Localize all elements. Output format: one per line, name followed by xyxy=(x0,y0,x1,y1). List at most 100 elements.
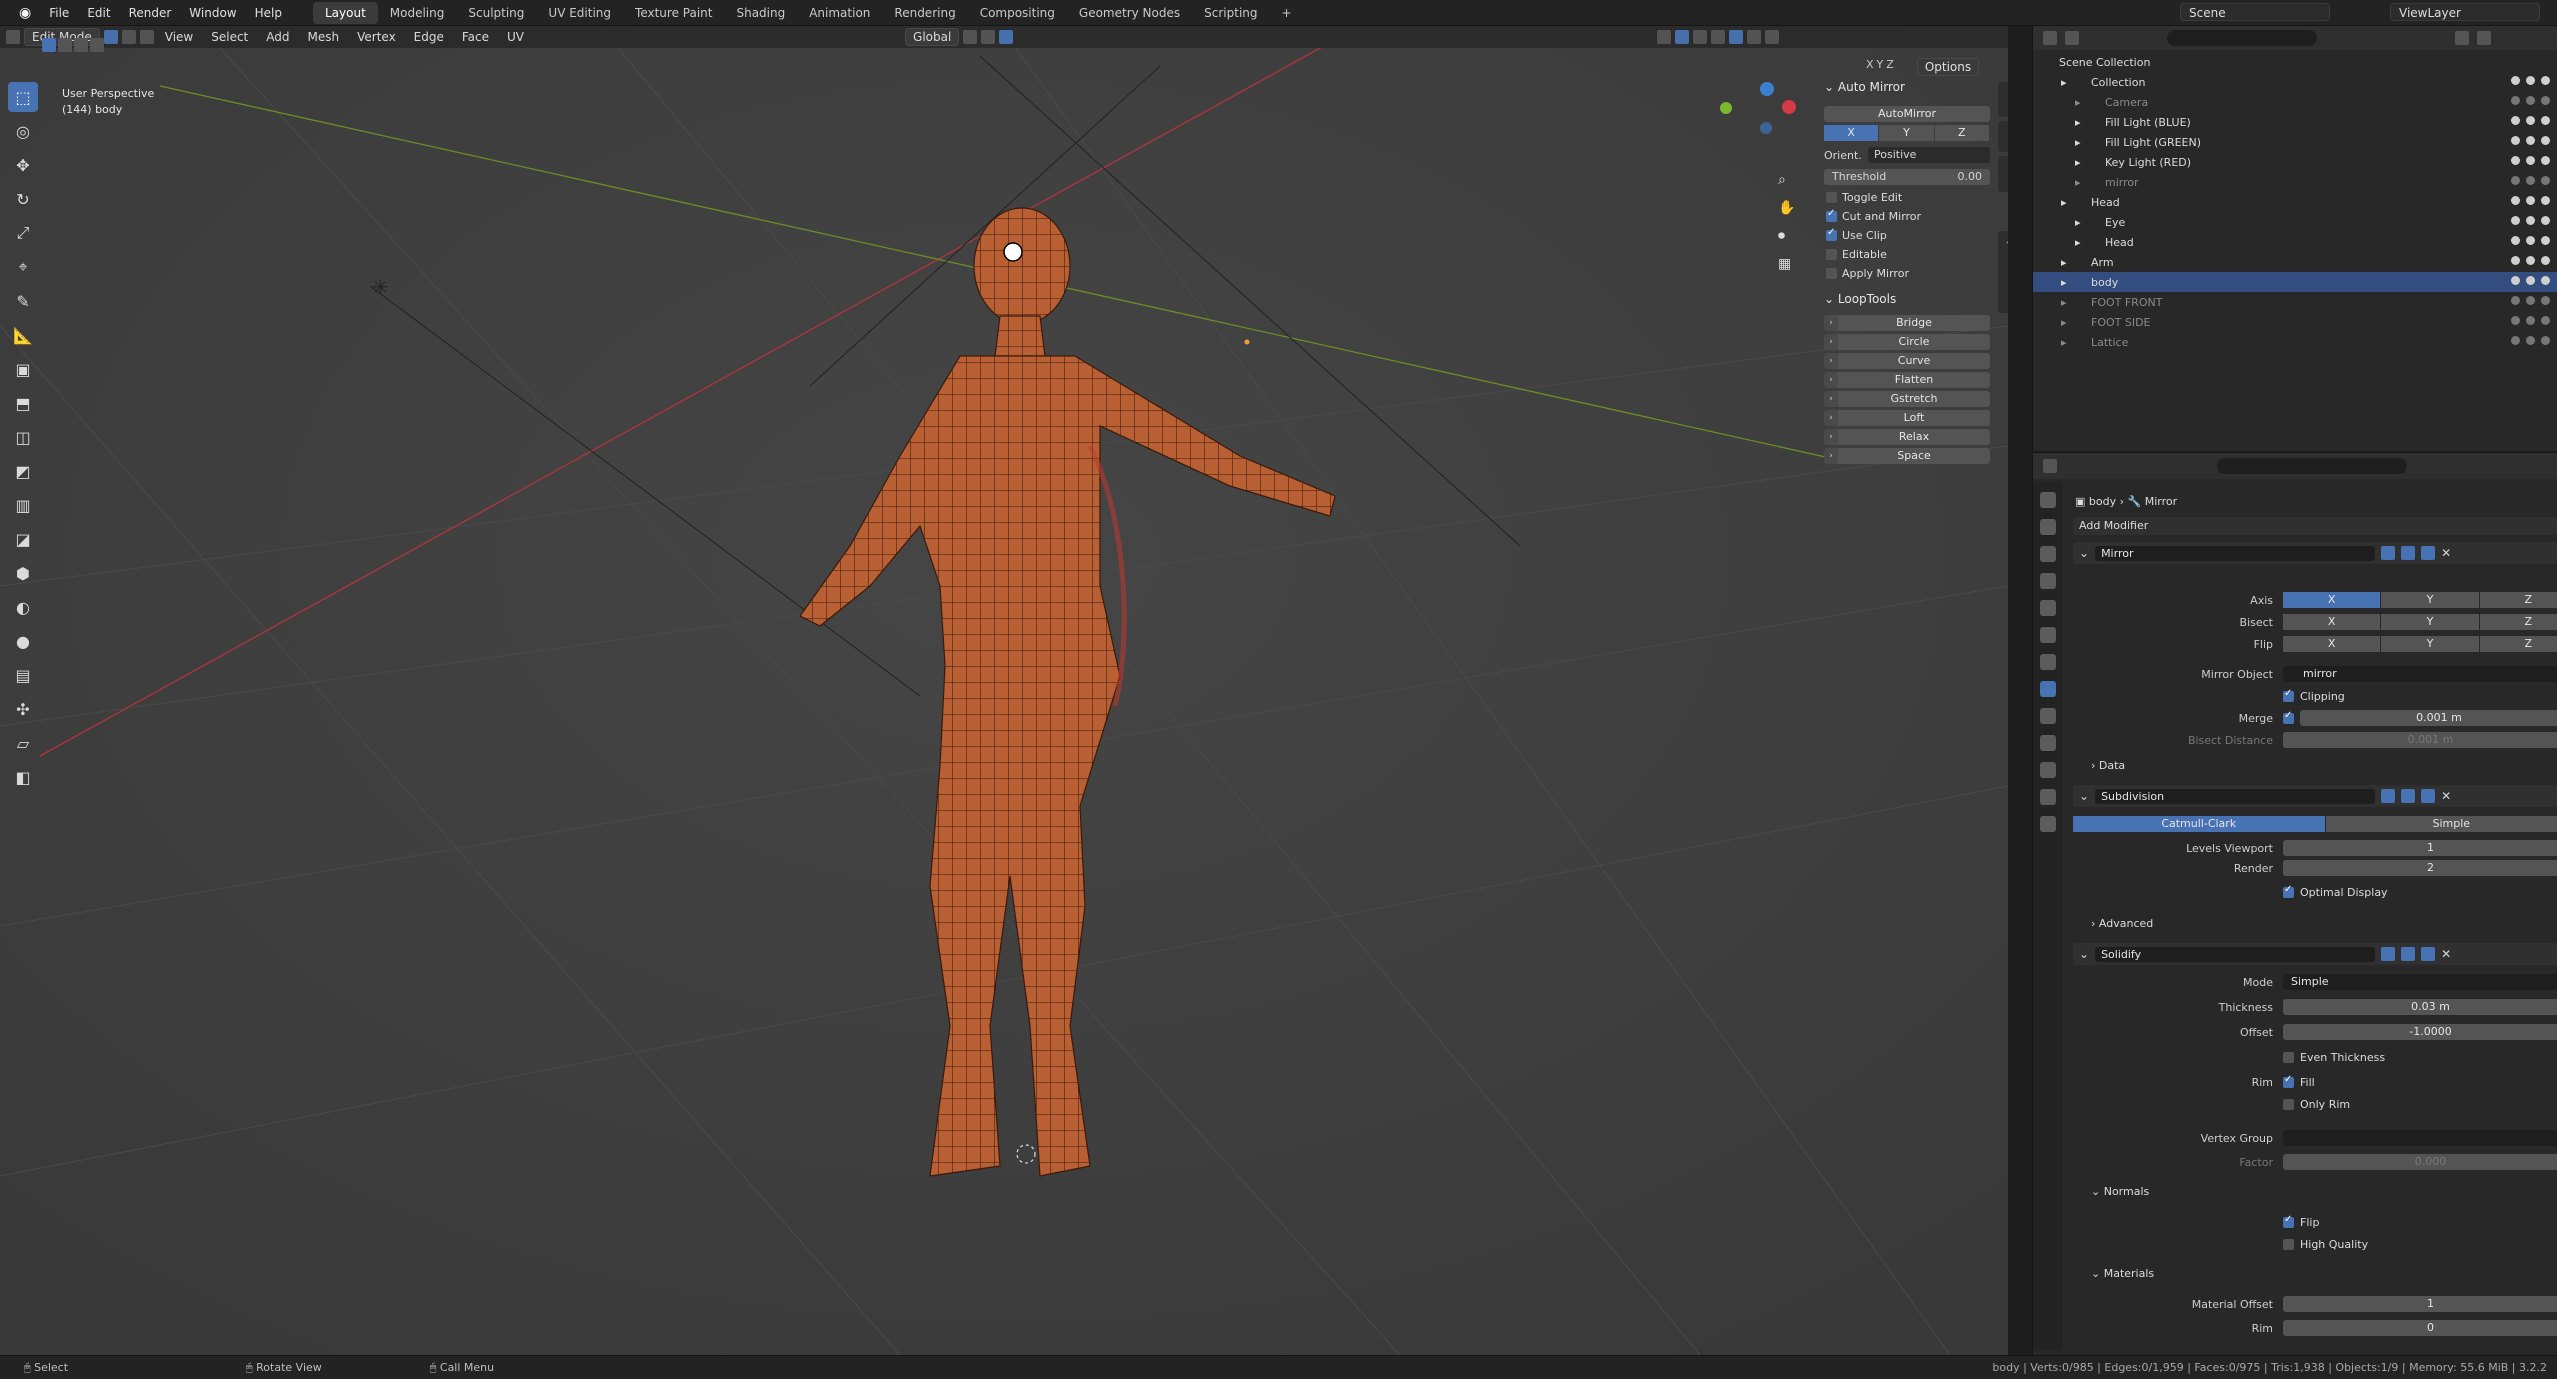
only-rim-checkbox[interactable]: Only Rim xyxy=(2283,1098,2350,1111)
menu-edit[interactable]: Edit xyxy=(78,6,119,20)
properties-search-input[interactable] xyxy=(2217,458,2407,474)
thickness-value[interactable]: 0.03 m xyxy=(2283,999,2557,1015)
eye-icon[interactable] xyxy=(2526,116,2535,125)
high-quality-checkbox[interactable]: High Quality xyxy=(2283,1238,2368,1251)
visibility-toggles[interactable] xyxy=(2511,176,2550,185)
world-tab-icon[interactable] xyxy=(2040,627,2056,643)
material-offset-value[interactable]: 1 xyxy=(2283,1296,2557,1312)
looptools-header[interactable]: ⌄ LoopTools xyxy=(1820,286,1994,312)
select-subtract-icon[interactable] xyxy=(74,38,88,52)
merge-checkbox[interactable] xyxy=(2283,710,2294,724)
snap-icon[interactable] xyxy=(981,30,996,44)
new-collection-icon[interactable] xyxy=(2477,31,2491,45)
normals-flip-checkbox[interactable]: Flip xyxy=(2283,1214,2319,1229)
tab-compositing[interactable]: Compositing xyxy=(968,2,1067,24)
solidify-remove-icon[interactable]: ✕ xyxy=(2441,947,2451,961)
select-toggle-icon[interactable] xyxy=(2511,76,2520,85)
select-toggle-icon[interactable] xyxy=(2511,176,2520,185)
materials-subpanel[interactable]: ⌄ Materials xyxy=(2091,1267,2154,1280)
pivot-icon[interactable] xyxy=(963,30,978,44)
offset-value[interactable]: -1.0000 xyxy=(2283,1024,2557,1040)
eye-icon[interactable] xyxy=(2526,136,2535,145)
automirror-axis-y[interactable]: Y xyxy=(1879,125,1934,141)
menu-vertex[interactable]: Vertex xyxy=(350,30,403,44)
even-thickness-checkbox[interactable]: Even Thickness xyxy=(2283,1051,2385,1064)
pan-hand-icon[interactable]: ✋ xyxy=(1778,200,1795,216)
eye-icon[interactable] xyxy=(2526,176,2535,185)
collapse-mirror-icon[interactable]: ⌄ xyxy=(2079,546,2089,560)
levels-viewport-value[interactable]: 1 xyxy=(2283,840,2557,856)
bisect-distance-value[interactable]: 0.001 m xyxy=(2283,732,2557,748)
automirror-axis-x[interactable]: X xyxy=(1824,125,1879,141)
camera-render-icon[interactable] xyxy=(2541,176,2550,185)
view-layer-tab-icon[interactable] xyxy=(2040,573,2056,589)
camera-render-icon[interactable] xyxy=(2541,236,2550,245)
camera-render-icon[interactable] xyxy=(2541,316,2550,325)
inset-icon[interactable]: ◫ xyxy=(8,422,38,452)
visibility-toggles[interactable] xyxy=(2511,76,2550,85)
expand-arrow-icon[interactable]: ▸ xyxy=(2061,256,2067,269)
gizmo-z-icon[interactable] xyxy=(1760,82,1774,96)
camera-render-icon[interactable] xyxy=(2541,96,2550,105)
properties-editor-icon[interactable] xyxy=(2043,459,2057,473)
tool-tab-icon[interactable] xyxy=(2040,492,2056,508)
select-toggle-icon[interactable] xyxy=(2511,116,2520,125)
collapse-solidify-icon[interactable]: ⌄ xyxy=(2079,947,2089,961)
loop-cut-icon[interactable]: ▥ xyxy=(8,490,38,520)
camera-render-icon[interactable] xyxy=(2541,296,2550,305)
select-toggle-icon[interactable] xyxy=(2511,196,2520,205)
eye-icon[interactable] xyxy=(2526,96,2535,105)
solidify-modifier-header[interactable]: ⌄ Solidify ✕ xyxy=(2073,943,2557,965)
visibility-toggles[interactable] xyxy=(2511,116,2550,125)
measure-icon[interactable]: 📐 xyxy=(8,320,38,350)
visibility-toggles[interactable] xyxy=(2511,136,2550,145)
tab-texture-paint[interactable]: Texture Paint xyxy=(623,2,724,24)
visibility-toggles[interactable] xyxy=(2511,316,2550,325)
solid-shading-icon[interactable] xyxy=(1729,30,1744,44)
mirror-object-field[interactable]: mirror xyxy=(2283,666,2557,682)
physics-tab-icon[interactable] xyxy=(2040,735,2056,751)
visibility-toggles[interactable] xyxy=(2511,276,2550,285)
menu-face[interactable]: Face xyxy=(455,30,496,44)
extrude-icon[interactable]: ⬒ xyxy=(8,388,38,418)
menu-edge[interactable]: Edge xyxy=(407,30,451,44)
solidify-viewport-icon[interactable] xyxy=(2401,947,2416,961)
rotate-icon[interactable]: ↻ xyxy=(8,184,38,214)
xray-icon[interactable] xyxy=(1693,30,1708,44)
rim-material-value[interactable]: 0 xyxy=(2283,1320,2557,1336)
add-workspace-icon[interactable]: + xyxy=(1270,2,1304,24)
select-toggle-icon[interactable] xyxy=(2511,96,2520,105)
tab-shading[interactable]: Shading xyxy=(724,2,797,24)
optimal-display-checkbox[interactable]: Optimal Display xyxy=(2283,884,2388,899)
editable-checkbox[interactable]: Editable xyxy=(1826,248,1988,261)
mirror-axis-x[interactable]: X xyxy=(2283,592,2381,608)
mirror-remove-icon[interactable]: ✕ xyxy=(2441,546,2451,560)
gizmo-x-icon[interactable] xyxy=(1782,100,1796,114)
knife-icon[interactable]: ◪ xyxy=(8,524,38,554)
particles-tab-icon[interactable] xyxy=(2040,708,2056,724)
expand-arrow-icon[interactable]: ▸ xyxy=(2075,116,2081,129)
menu-view[interactable]: View xyxy=(158,30,200,44)
sidebar-tab-item[interactable]: Item xyxy=(1998,82,2008,117)
subdivision-modifier-header[interactable]: ⌄ Subdivision ✕ xyxy=(2073,785,2557,807)
menu-mesh[interactable]: Mesh xyxy=(301,30,347,44)
rip-icon[interactable]: ◧ xyxy=(8,762,38,792)
outliner-row[interactable]: ▸ Key Light (RED) xyxy=(2033,152,2557,172)
camera-render-icon[interactable] xyxy=(2541,136,2550,145)
eye-icon[interactable] xyxy=(2526,296,2535,305)
outliner-row[interactable]: ▸ Arm xyxy=(2033,252,2557,272)
mirror-flip-y[interactable]: Y xyxy=(2381,636,2479,652)
poly-build-icon[interactable]: ⬢ xyxy=(8,558,38,588)
expand-arrow-icon[interactable]: ▸ xyxy=(2061,316,2067,329)
annotate-icon[interactable]: ✎ xyxy=(8,286,38,316)
select-toggle-icon[interactable] xyxy=(2511,276,2520,285)
eye-icon[interactable] xyxy=(2526,336,2535,345)
mirror-axis-y[interactable]: Y xyxy=(2381,592,2479,608)
select-new-icon[interactable] xyxy=(42,38,56,52)
cursor-icon[interactable]: ◎ xyxy=(8,116,38,146)
looptools-relax[interactable]: › Relax xyxy=(1824,429,1990,445)
outliner-editor-icon[interactable] xyxy=(2043,31,2057,45)
eye-icon[interactable] xyxy=(2526,76,2535,85)
mirror-render-icon[interactable] xyxy=(2421,546,2436,560)
mirror-flip-z[interactable]: Z xyxy=(2479,636,2557,652)
